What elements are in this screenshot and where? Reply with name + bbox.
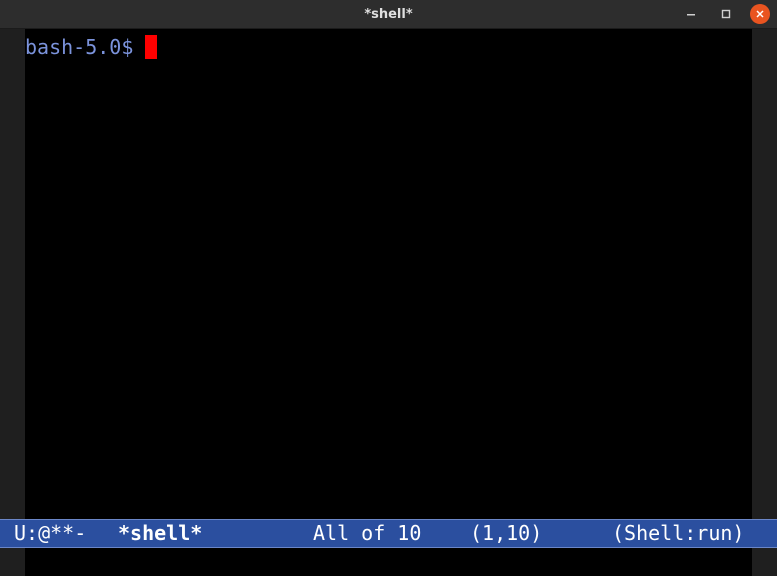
title-bar[interactable]: *shell* [0,0,777,29]
window-title: *shell* [364,7,413,22]
modeline-buffer-name[interactable]: *shell* [118,520,202,547]
text-cursor [145,35,158,59]
shell-prompt: bash-5.0$ [25,35,134,59]
modeline-position: All of 10 [313,521,422,545]
emacs-window: *shell* bash-5.0$ U:@**- *shell* All of … [0,0,777,576]
maximize-button[interactable] [716,4,736,24]
modeline-major-mode[interactable]: (Shell:run) [612,520,744,547]
echo-right-fringe [752,548,777,576]
right-fringe [752,29,777,519]
maximize-icon [721,9,731,19]
minimize-icon [687,14,695,16]
modeline-line-column: (1,10) [470,521,543,545]
close-button[interactable] [750,4,770,24]
echo-left-fringe [0,548,25,576]
mode-line[interactable]: U:@**- *shell* All of 10 (1,10) (Shell:r… [0,519,777,548]
minimize-button[interactable] [681,4,701,24]
left-fringe [0,29,25,519]
close-icon [756,10,764,18]
shell-buffer[interactable]: bash-5.0$ [25,29,752,519]
modeline-status: U:@**- [14,521,87,545]
prompt-line: bash-5.0$ [25,34,158,60]
echo-area[interactable] [0,548,777,576]
